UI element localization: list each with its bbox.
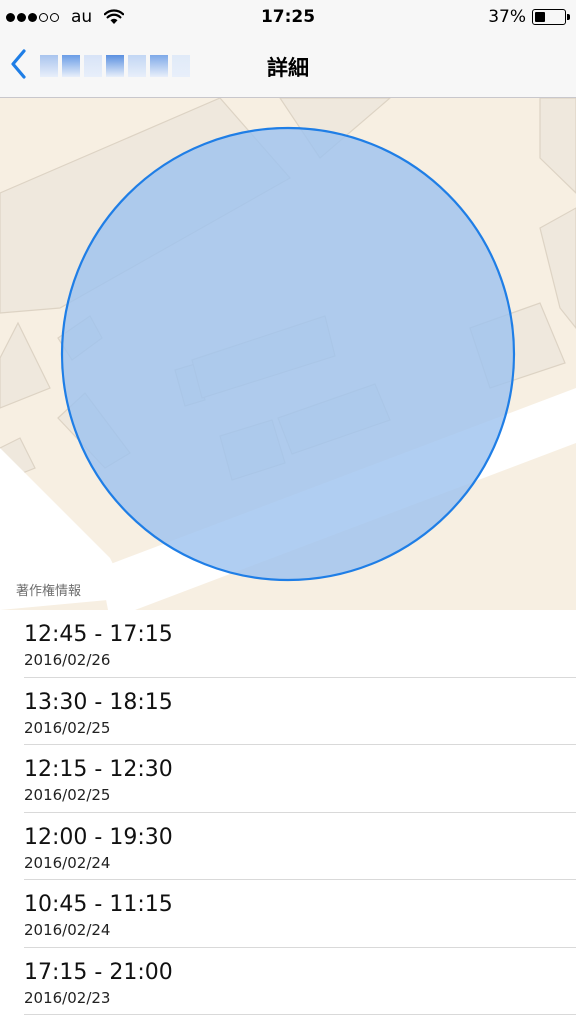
page-title: 詳細: [267, 56, 309, 80]
visit-date: 2016/02/26: [24, 651, 111, 669]
visit-date: 2016/02/23: [24, 988, 111, 1007]
visit-list: 12:45 - 17:15 2016/02/26 13:30 - 18:15 2016…: [0, 610, 576, 1015]
visit-time-range: 12:15 - 12:30: [24, 757, 173, 782]
visit-time-range: 10:45 - 11:15: [24, 892, 173, 917]
map-credit-link[interactable]: 著作権情報: [16, 580, 81, 599]
geofence-region[interactable]: [60, 126, 516, 582]
visit-row[interactable]: 12:00 - 19:30 2016/02/24: [24, 813, 576, 880]
map-view[interactable]: 著作権情報: [0, 98, 576, 610]
visit-time-range: 17:15 - 21:00: [24, 959, 173, 985]
status-right: 37%: [488, 7, 570, 27]
battery-percent: 37%: [488, 7, 526, 27]
visit-time-range: 13:30 - 18:15: [24, 689, 173, 715]
battery-icon: [532, 9, 570, 25]
visit-date: 2016/02/24: [24, 921, 111, 939]
visit-row[interactable]: 17:15 - 21:00 2016/02/23: [24, 948, 576, 1015]
navigation-bar: 詳細: [0, 36, 576, 98]
visit-row[interactable]: 13:30 - 18:15 2016/02/25: [24, 678, 576, 745]
visit-date: 2016/02/25: [24, 718, 111, 737]
visit-row[interactable]: 12:15 - 12:30 2016/02/25: [24, 745, 576, 813]
visit-row[interactable]: 10:45 - 11:15 2016/02/24: [24, 880, 576, 948]
visit-time-range: 12:45 - 17:15: [24, 622, 173, 647]
visit-date: 2016/02/25: [24, 786, 111, 804]
battery-level: [535, 12, 545, 22]
visit-time-range: 12:00 - 19:30: [24, 824, 173, 850]
visit-date: 2016/02/24: [24, 853, 111, 872]
status-bar: au 17:25 37%: [0, 0, 576, 36]
visit-row[interactable]: 12:45 - 17:15 2016/02/26: [24, 610, 576, 678]
map-canvas: [0, 98, 576, 610]
